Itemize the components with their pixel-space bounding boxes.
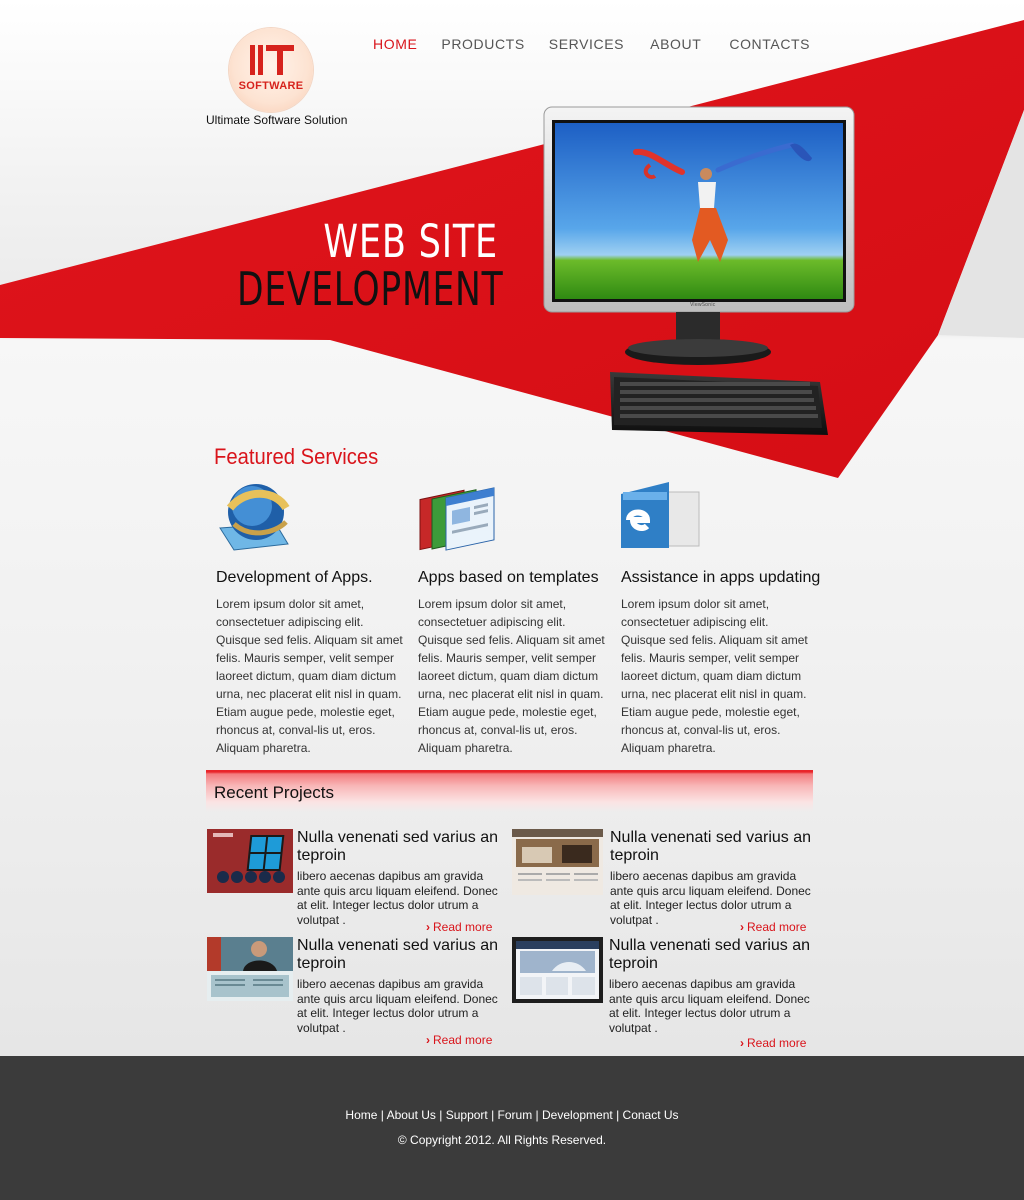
project-description: libero aecenas dapibus am gravida ante q… <box>297 869 498 927</box>
project-item: Nulla venenati sed varius an teproin lib… <box>610 829 816 927</box>
chevron-right-icon: › <box>426 920 430 934</box>
project-thumb-image <box>512 937 603 1003</box>
logo-mark-icon <box>250 45 294 75</box>
service-description: Lorem ipsum dolor sit amet, consectetuer… <box>216 597 403 755</box>
nav-contacts[interactable]: CONTACTS <box>729 36 810 52</box>
nav-about[interactable]: ABOUT <box>650 36 701 52</box>
read-more-label: Read more <box>747 920 807 934</box>
project-thumb-image <box>207 937 293 1001</box>
footer-link-about[interactable]: About Us <box>387 1108 436 1122</box>
read-more-label: Read more <box>433 1033 493 1047</box>
project-item: Nulla venenati sed varius an teproin lib… <box>609 937 815 1035</box>
project-thumb-image <box>512 829 603 895</box>
featured-services-title: Featured Services <box>214 444 379 469</box>
templates-icon <box>419 487 495 551</box>
footer <box>0 1056 1024 1200</box>
footer-link-development[interactable]: Development <box>542 1108 613 1122</box>
service-description: Lorem ipsum dolor sit amet, consectetuer… <box>418 597 605 755</box>
project-thumbnail[interactable] <box>207 937 293 1006</box>
nav-home[interactable]: HOME <box>373 36 417 52</box>
monitor-brand: ViewSonic <box>690 302 716 308</box>
project-thumbnail[interactable] <box>512 937 603 1008</box>
project-title: Nulla venenati sed varius an teproin <box>610 829 812 864</box>
read-more-link[interactable]: › Read more <box>426 920 492 934</box>
chevron-right-icon: › <box>426 1033 430 1047</box>
read-more-link[interactable]: › Read more <box>426 1033 492 1047</box>
read-more-label: Read more <box>747 1036 807 1050</box>
keyboard-image <box>610 372 828 435</box>
logo-text: SOFTWARE <box>238 80 304 92</box>
tagline: Ultimate Software Solution <box>206 113 348 127</box>
footer-link-contact[interactable]: Conact Us <box>623 1108 679 1122</box>
service-card: Development of Apps. Lorem ipsum dolor s… <box>216 478 408 757</box>
copyright: © Copyright 2012. All Rights Reserved. <box>397 1133 607 1147</box>
hero-red-band <box>0 20 1024 478</box>
project-title: Nulla venenati sed varius an teproin <box>297 937 499 972</box>
nav-products[interactable]: PRODUCTS <box>441 36 524 52</box>
nav-services[interactable]: SERVICES <box>549 36 624 52</box>
project-thumb-image <box>207 829 293 893</box>
footer-links: Home | About Us | Support | Forum | Deve… <box>345 1108 679 1122</box>
read-more-label: Read more <box>433 920 493 934</box>
service-title: Assistance in apps updating <box>621 569 821 586</box>
project-title: Nulla venenati sed varius an teproin <box>609 937 811 972</box>
footer-link-home[interactable]: Home <box>345 1108 377 1122</box>
service-card: Assistance in apps updating Lorem ipsum … <box>621 478 821 757</box>
service-title: Development of Apps. <box>216 569 373 586</box>
browser-update-icon <box>621 482 700 548</box>
hero-title-line1: WEB SITE <box>323 215 498 268</box>
chevron-right-icon: › <box>740 1036 744 1050</box>
hero-graphic: ViewSonic <box>0 20 1024 478</box>
main-nav: HOME PRODUCTS SERVICES ABOUT CONTACTS <box>373 36 810 52</box>
project-description: libero aecenas dapibus am gravida ante q… <box>297 977 498 1035</box>
read-more-link[interactable]: › Read more <box>740 920 806 934</box>
service-description: Lorem ipsum dolor sit amet, consectetuer… <box>621 597 808 755</box>
globe-icon <box>219 484 290 551</box>
project-item: Nulla venenati sed varius an teproin lib… <box>297 829 503 927</box>
project-description: libero aecenas dapibus am gravida ante q… <box>610 869 811 927</box>
project-description: libero aecenas dapibus am gravida ante q… <box>609 977 810 1035</box>
footer-link-support[interactable]: Support <box>446 1108 488 1122</box>
service-card: Apps based on templates Lorem ipsum dolo… <box>418 478 610 757</box>
project-item: Nulla venenati sed varius an teproin lib… <box>297 937 503 1035</box>
chevron-right-icon: › <box>740 920 744 934</box>
recent-projects-title: Recent Projects <box>214 783 334 802</box>
project-thumbnail[interactable] <box>512 829 603 900</box>
project-title: Nulla venenati sed varius an teproin <box>297 829 499 864</box>
project-thumbnail[interactable] <box>207 829 293 898</box>
service-title: Apps based on templates <box>418 569 599 586</box>
read-more-link[interactable]: › Read more <box>740 1036 806 1050</box>
hero-title-line2: DEVELOPMENT <box>237 262 504 316</box>
footer-link-forum[interactable]: Forum <box>498 1108 533 1122</box>
